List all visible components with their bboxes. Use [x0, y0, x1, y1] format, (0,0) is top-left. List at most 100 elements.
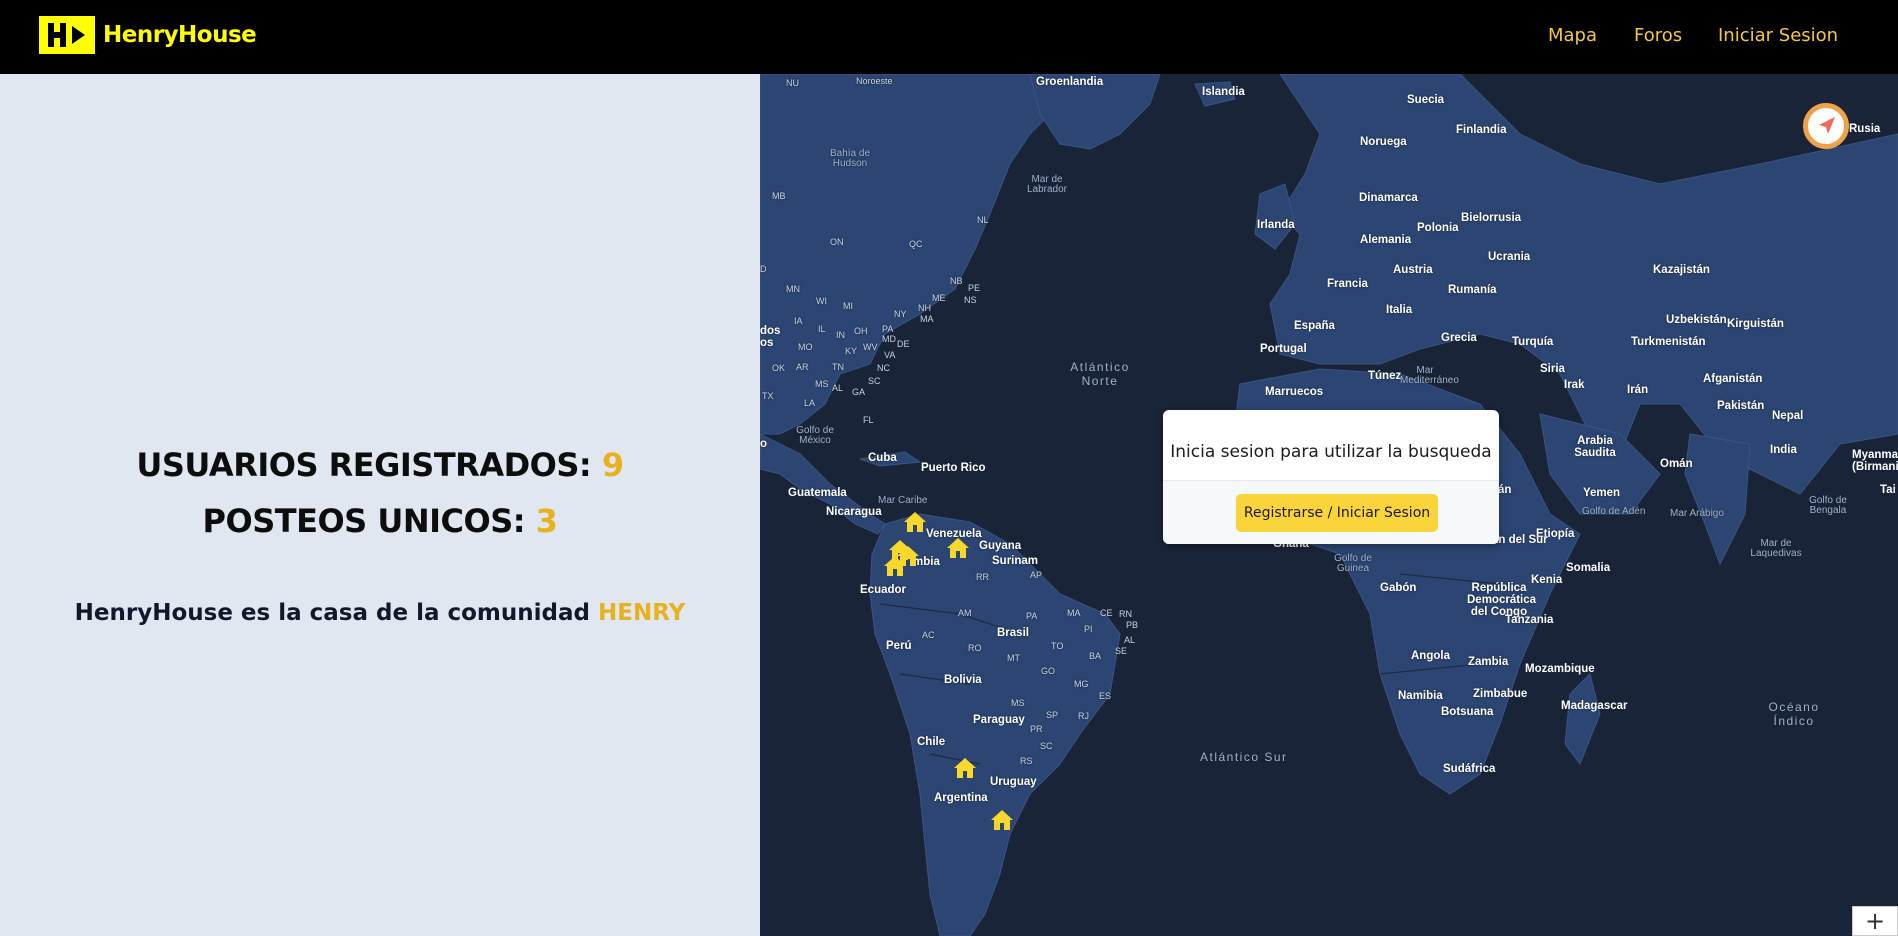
- navigation-arrow-icon: [1819, 117, 1835, 134]
- label-guatemala: Guatemala: [788, 487, 847, 499]
- nav-foros[interactable]: Foros: [1634, 25, 1682, 46]
- region-ok: OK: [772, 363, 786, 373]
- tagline-text: HenryHouse es la casa de la comunidad: [74, 600, 590, 626]
- label-finlandia: Finlandia: [1456, 124, 1507, 136]
- region-mt: MT: [1007, 653, 1020, 663]
- region-os-partial: os: [760, 337, 774, 349]
- sea-bengala: Golfo de Bengala: [1809, 495, 1847, 516]
- locate-compass-button[interactable]: [1803, 103, 1849, 149]
- label-somalia: Somalia: [1566, 562, 1611, 574]
- label-turkmenistan: Turkmenistán: [1631, 336, 1706, 348]
- label-yemen: Yemen: [1583, 487, 1621, 499]
- region-pb: PB: [1126, 620, 1139, 630]
- label-tunez: Túnez: [1368, 370, 1402, 382]
- label-nepal: Nepal: [1772, 410, 1804, 422]
- label-siria: Siria: [1540, 363, 1565, 375]
- label-ucrania: Ucrania: [1488, 251, 1531, 263]
- label-argentina: Argentina: [934, 792, 988, 804]
- users-stat: USUARIOS REGISTRADOS: 9: [0, 446, 760, 484]
- label-kazajistan: Kazajistán: [1653, 264, 1710, 276]
- posts-label: POSTEOS UNICOS:: [202, 502, 526, 540]
- label-brasil: Brasil: [997, 627, 1029, 639]
- nav-iniciar-sesion[interactable]: Iniciar Sesion: [1718, 25, 1838, 46]
- region-pe: PE: [968, 283, 981, 293]
- label-rumania: Rumanía: [1448, 284, 1497, 296]
- label-islandia: Islandia: [1202, 86, 1245, 98]
- login-popup-footer: Registrarse / Iniciar Sesion: [1163, 480, 1499, 544]
- label-rd-congo: República Democrática del Congo: [1467, 582, 1537, 618]
- region-sc-br: SC: [1040, 741, 1053, 751]
- label-portugal: Portugal: [1260, 343, 1307, 355]
- label-turquia: Turquía: [1512, 336, 1554, 348]
- users-count: 9: [601, 446, 624, 484]
- region-rs: RS: [1020, 756, 1033, 766]
- region-nh: NH: [918, 303, 931, 313]
- label-kirguistan: Kirguistán: [1727, 318, 1784, 330]
- region-am: AM: [958, 608, 972, 618]
- region-tx: TX: [762, 391, 774, 401]
- label-groenlandia: Groenlandia: [1036, 76, 1104, 88]
- region-to: TO: [1051, 641, 1064, 651]
- label-surinam: Surinam: [992, 555, 1039, 567]
- region-pa-br: PA: [1026, 611, 1038, 621]
- posts-stat: POSTEOS UNICOS: 3: [0, 502, 760, 540]
- label-uruguay: Uruguay: [990, 776, 1037, 788]
- label-sudafrica: Sudáfrica: [1443, 763, 1496, 775]
- zoom-in-button[interactable]: +: [1852, 906, 1898, 936]
- house-icon[interactable]: [883, 554, 907, 578]
- stats-panel: USUARIOS REGISTRADOS: 9 POSTEOS UNICOS: …: [0, 74, 760, 936]
- region-ns: NS: [964, 295, 977, 305]
- region-ro: RO: [968, 643, 982, 653]
- sea-golfo-mexico: Golfo de México: [796, 425, 834, 446]
- label-paraguay: Paraguay: [973, 714, 1025, 726]
- label-irlanda: Irlanda: [1257, 219, 1295, 231]
- region-d-partial: D: [760, 264, 767, 274]
- label-tanzania: Tanzania: [1505, 614, 1554, 626]
- region-ky: KY: [845, 346, 858, 356]
- label-mozambique: Mozambique: [1525, 663, 1595, 675]
- region-ba: BA: [1089, 651, 1102, 661]
- label-dinamarca: Dinamarca: [1359, 192, 1418, 204]
- label-bolivia: Bolivia: [944, 674, 982, 686]
- region-mb: MB: [772, 191, 786, 201]
- region-md: MD: [882, 334, 896, 344]
- label-grecia: Grecia: [1441, 332, 1477, 344]
- ocean-indico: Océano Índico: [1768, 700, 1820, 728]
- region-mo: MO: [798, 342, 813, 352]
- henry-logo[interactable]: [39, 16, 95, 54]
- region-va: VA: [884, 350, 896, 360]
- region-dos-partial: dos: [760, 325, 781, 337]
- label-chile: Chile: [917, 736, 946, 748]
- label-botsuana: Botsuana: [1441, 706, 1494, 718]
- brand-name[interactable]: HenryHouse: [103, 22, 257, 48]
- nav-mapa[interactable]: Mapa: [1548, 25, 1597, 46]
- label-namibia: Namibia: [1398, 690, 1443, 702]
- label-polonia: Polonia: [1417, 222, 1459, 234]
- region-pa: PA: [882, 324, 894, 334]
- label-gabon: Gabón: [1380, 582, 1417, 594]
- region-tn: TN: [832, 362, 844, 372]
- label-irak: Irak: [1564, 379, 1585, 391]
- region-on: ON: [830, 237, 844, 247]
- region-nu: NU: [786, 78, 799, 88]
- house-icon[interactable]: [946, 536, 970, 560]
- ocean-atlantico-norte: Atlántico Norte: [1070, 360, 1130, 388]
- login-prompt-text: Inicia sesion para utilizar la busqueda: [1170, 442, 1492, 462]
- world-map[interactable]: Groenlandia Islandia Suecia Noruega Finl…: [760, 74, 1898, 936]
- label-iran: Irán: [1627, 384, 1649, 396]
- register-login-button[interactable]: Registrarse / Iniciar Sesion: [1236, 494, 1438, 532]
- region-ac: AC: [922, 630, 935, 640]
- sea-laquedivas: Mar de Laquedivas: [1750, 538, 1802, 559]
- users-label: USUARIOS REGISTRADOS:: [136, 446, 592, 484]
- label-austria: Austria: [1393, 264, 1433, 276]
- sea-mediterraneo: Mar Mediterráneo: [1400, 365, 1459, 386]
- house-icon[interactable]: [903, 510, 927, 534]
- label-cuba: Cuba: [868, 452, 897, 464]
- region-fl: FL: [863, 415, 874, 425]
- label-rusia: Rusia: [1849, 123, 1881, 135]
- house-icon[interactable]: [953, 756, 977, 780]
- label-italia: Italia: [1386, 304, 1413, 316]
- house-icon[interactable]: [990, 808, 1014, 832]
- region-la: LA: [804, 398, 816, 408]
- region-ms-br: MS: [1011, 698, 1025, 708]
